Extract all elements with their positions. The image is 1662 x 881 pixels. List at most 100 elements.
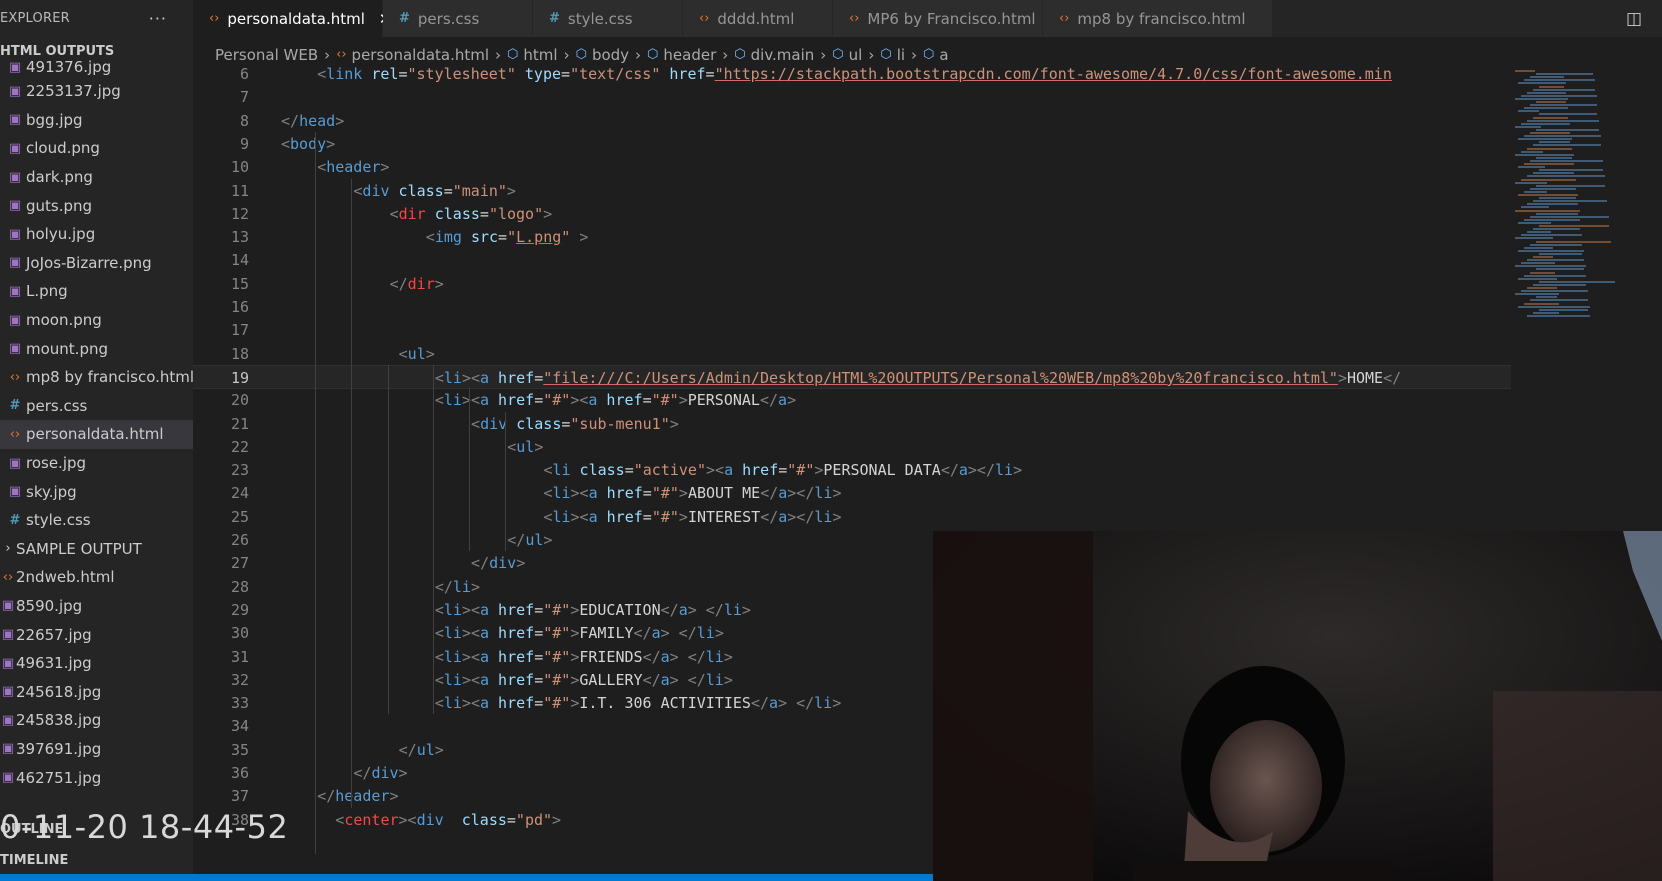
file-item[interactable]: ▣ cloud.png	[0, 134, 193, 163]
line-number: 29	[230, 600, 249, 619]
code-line[interactable]: 23 <li class="active"><a href="#">PERSONA…	[193, 458, 1511, 483]
tab-personaldata-html[interactable]: ‹›personaldata.html✕	[193, 0, 391, 37]
code-line[interactable]: 24 <li><a href="#">ABOUT ME</a></li>	[193, 481, 1511, 506]
code-line[interactable]: 12 <dir class="logo">	[193, 202, 1511, 227]
minimap-line	[1539, 141, 1570, 144]
code-token: "#"	[543, 670, 571, 689]
code-token: li	[814, 484, 833, 503]
breadcrumb-item[interactable]: ⬡ div.main	[734, 46, 814, 64]
tab-mp8-by-francisco-html[interactable]: ‹› mp8 by francisco.html	[1043, 0, 1273, 37]
code-line[interactable]: 16	[193, 295, 1511, 320]
file-item[interactable]: ‹› 2ndweb.html	[0, 563, 193, 592]
breadcrumb-item[interactable]: Personal WEB	[215, 46, 318, 64]
breadcrumb-item[interactable]: ⬡ li	[880, 46, 905, 64]
file-item[interactable]: ▣ 397691.jpg	[0, 735, 193, 764]
minimap-line	[1521, 234, 1582, 237]
code-token: >	[543, 204, 553, 223]
code-line[interactable]: 17	[193, 318, 1511, 343]
code-token: L.png	[516, 228, 562, 247]
code-line[interactable]: 14	[193, 248, 1511, 273]
file-item[interactable]: ▣ L.png	[0, 277, 193, 306]
tab-pers-css[interactable]: # pers.css	[383, 0, 533, 37]
tab-style-css[interactable]: # style.css	[533, 0, 683, 37]
file-item[interactable]: ▣ bgg.jpg	[0, 106, 193, 135]
code-text: <li><a href="#">INTEREST</a></li>	[543, 505, 841, 530]
code-token: a	[958, 461, 968, 480]
tab-dddd-html[interactable]: ‹› dddd.html	[683, 0, 833, 37]
minimap-line	[1521, 262, 1555, 265]
minimap[interactable]	[1511, 66, 1662, 531]
code-token: div	[489, 554, 517, 573]
code-token: </	[750, 694, 769, 713]
code-line[interactable]: 18 <ul>	[193, 342, 1511, 367]
timeline-section[interactable]: TIMELINE	[0, 853, 193, 868]
file-label: rose.jpg	[26, 454, 87, 473]
file-item[interactable]: ▣ rose.jpg	[0, 449, 193, 478]
code-token: ABOUT ME	[687, 484, 761, 503]
code-line[interactable]: 15 </dir>	[193, 272, 1511, 297]
code-line[interactable]: 20 <li><a href="#"><a href="#">PERSONAL</…	[193, 388, 1511, 413]
file-item[interactable]: ▣ 462751.jpg	[0, 763, 193, 792]
breadcrumb-item[interactable]: ⬡ html	[507, 46, 558, 64]
file-item[interactable]: # style.css	[0, 506, 193, 535]
code-text: <div class="sub-menu1">	[471, 412, 679, 437]
chevron-right-icon: ›	[868, 45, 875, 64]
file-label: style.css	[26, 511, 91, 530]
code-line[interactable]: 7	[193, 85, 1511, 110]
file-item[interactable]: ▣ 22657.jpg	[0, 620, 193, 649]
line-number: 35	[230, 740, 249, 759]
tab-mp6-by-francisco-html[interactable]: ‹› MP6 by Francisco.html	[833, 0, 1043, 37]
file-item[interactable]: ▣ holyu.jpg	[0, 220, 193, 249]
file-label: bgg.jpg	[26, 110, 83, 129]
file-item[interactable]: ▣ 2253137.jpg	[0, 77, 193, 106]
code-line[interactable]: 11 <div class="main">	[193, 179, 1511, 204]
minimap-line	[1530, 187, 1576, 190]
code-line[interactable]: 6 <link rel="stylesheet" type="text/css" …	[193, 66, 1511, 87]
code-line[interactable]: 9 <body>	[193, 132, 1511, 157]
minimap-line	[1527, 259, 1584, 262]
code-token: div	[362, 181, 390, 200]
code-token: >	[570, 694, 580, 713]
code-token: <	[425, 228, 435, 247]
file-item[interactable]: ▣ mount.png	[0, 334, 193, 363]
code-line[interactable]: 21 <div class="sub-menu1">	[193, 412, 1511, 437]
code-line[interactable]: 22 <ul>	[193, 435, 1511, 460]
file-label: mount.png	[26, 339, 109, 358]
minimap-line	[1536, 268, 1584, 271]
file-item[interactable]: ▣ 245618.jpg	[0, 677, 193, 706]
file-item[interactable]: › SAMPLE OUTPUT	[0, 535, 193, 564]
breadcrumb-item[interactable]: ⬡ a	[923, 46, 949, 64]
minimap-line	[1524, 302, 1559, 305]
split-editor-icon[interactable]: ◫	[1626, 9, 1642, 29]
code-text: </ul>	[399, 738, 444, 763]
minimap-line	[1524, 274, 1586, 277]
code-token: "#"	[651, 507, 679, 526]
code-line[interactable]: 8 </head>	[193, 109, 1511, 134]
file-item[interactable]: ▣ JoJos-Bizarre.png	[0, 249, 193, 278]
code-token: =	[642, 484, 652, 503]
file-item[interactable]: # pers.css	[0, 392, 193, 421]
code-line[interactable]: 19 <li><a href="file:///C:/Users/Admin/De…	[193, 364, 1511, 390]
file-item[interactable]: ‹› personaldata.html	[0, 420, 193, 449]
code-token: center	[344, 810, 399, 829]
code-line[interactable]: 25 <li><a href="#">INTEREST</a></li>	[193, 505, 1511, 530]
code-line[interactable]: 10 <header>	[193, 155, 1511, 180]
breadcrumb-item[interactable]: ⬡ ul	[832, 46, 862, 64]
file-item[interactable]: ▣ 49631.jpg	[0, 649, 193, 678]
code-token: =	[534, 694, 544, 713]
breadcrumb-item[interactable]: ⬡ body	[576, 46, 629, 64]
file-item[interactable]: ▣ moon.png	[0, 306, 193, 335]
file-item[interactable]: ‹› mp8 by francisco.html	[0, 363, 193, 392]
file-item[interactable]: ▣ dark.png	[0, 163, 193, 192]
file-item[interactable]: ▣ sky.jpg	[0, 477, 193, 506]
file-item[interactable]: ▣ guts.png	[0, 191, 193, 220]
file-item[interactable]: ▣ 245838.jpg	[0, 706, 193, 735]
code-token: </	[317, 787, 336, 806]
code-token: =	[534, 368, 544, 387]
file-item[interactable]: ▣ 8590.jpg	[0, 592, 193, 621]
file-item[interactable]: ▣ 491376.jpg	[0, 57, 193, 77]
code-line[interactable]: 13 <img src="L.png" >	[193, 225, 1511, 250]
breadcrumb-item[interactable]: ⬡ header	[647, 46, 716, 64]
more-actions-icon[interactable]: ···	[149, 9, 187, 28]
breadcrumb-item[interactable]: ‹› personaldata.html	[336, 46, 489, 64]
